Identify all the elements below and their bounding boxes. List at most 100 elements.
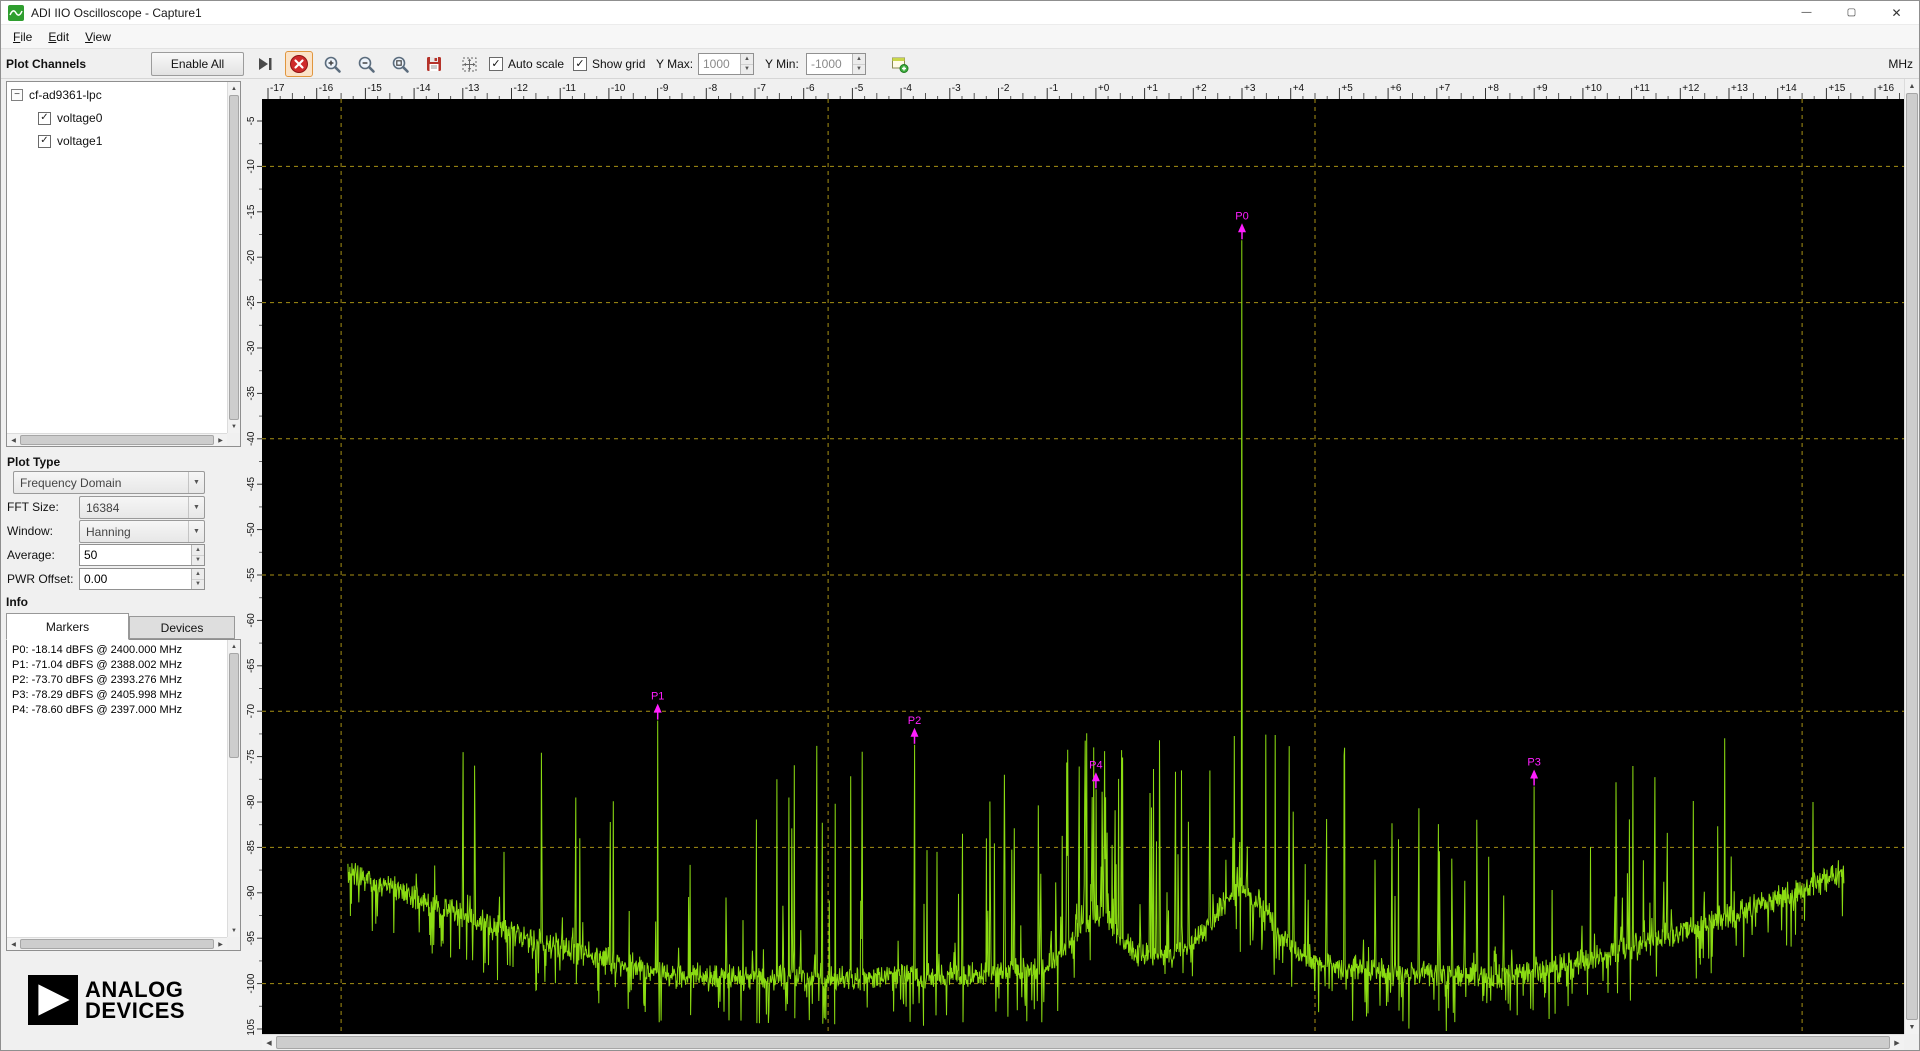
scroll-left-icon[interactable]: ◀ — [7, 938, 20, 950]
svg-text:-40: -40 — [246, 431, 257, 446]
svg-text:-60: -60 — [246, 613, 257, 628]
chevron-down-icon: ▼ — [188, 521, 204, 542]
plot-channels-label: Plot Channels — [6, 49, 86, 79]
pwr-offset-field[interactable] — [79, 568, 205, 590]
spin-up-icon[interactable]: ▲ — [192, 545, 204, 556]
scrollbar-thumb[interactable] — [1906, 93, 1918, 1020]
zoom-in-button[interactable] — [318, 51, 346, 77]
svg-text:-55: -55 — [246, 567, 257, 582]
fft-size-label: FFT Size: — [7, 500, 59, 514]
channel-row-voltage1[interactable]: ✓ voltage1 — [38, 132, 102, 150]
scrollbar-thumb[interactable] — [229, 653, 239, 758]
svg-text:-11: -11 — [562, 83, 576, 94]
enable-all-button[interactable]: Enable All — [151, 52, 244, 76]
menubar: File Edit View — [1, 25, 1919, 49]
svg-text:-100: -100 — [246, 973, 257, 993]
save-plot-button[interactable] — [420, 51, 448, 77]
expander-icon[interactable]: − — [11, 89, 23, 101]
spin-up-icon[interactable]: ▲ — [741, 54, 753, 65]
chevron-down-icon: ▼ — [188, 497, 204, 518]
scroll-left-icon[interactable]: ◀ — [262, 1035, 276, 1050]
zoom-fit-button[interactable] — [386, 51, 414, 77]
zoom-fit-icon — [391, 55, 410, 74]
svg-text:-2: -2 — [1001, 83, 1010, 94]
device-name: cf-ad9361-lpc — [29, 88, 102, 102]
svg-text:+0: +0 — [1098, 83, 1110, 94]
zoom-out-button[interactable] — [352, 51, 380, 77]
scroll-right-icon[interactable]: ▶ — [1890, 1035, 1904, 1050]
plot-horizontal-scrollbar[interactable]: ◀ ▶ — [262, 1034, 1904, 1050]
svg-text:+15: +15 — [1828, 83, 1845, 94]
svg-text:+10: +10 — [1585, 83, 1602, 94]
scroll-up-icon[interactable]: ▲ — [1905, 79, 1919, 93]
scroll-left-icon[interactable]: ◀ — [7, 434, 20, 446]
spin-down-icon[interactable]: ▼ — [192, 580, 204, 590]
marker-P0: P0 — [1235, 210, 1248, 239]
show-grid-checkbox[interactable]: ✓ — [573, 57, 587, 71]
svg-text:-6: -6 — [806, 83, 815, 94]
plot-type-select[interactable]: Frequency Domain ▼ — [13, 471, 205, 494]
svg-text:P2: P2 — [908, 715, 921, 727]
menu-edit[interactable]: Edit — [40, 27, 77, 47]
maximize-button[interactable]: ▢ — [1829, 1, 1874, 24]
app-window: ADI IIO Oscilloscope - Capture1 — ▢ ✕ Fi… — [0, 0, 1920, 1051]
scroll-down-icon[interactable]: ▼ — [1905, 1020, 1919, 1034]
svg-text:+8: +8 — [1488, 83, 1500, 94]
svg-text:+9: +9 — [1536, 83, 1548, 94]
spin-down-icon[interactable]: ▼ — [192, 556, 204, 566]
scroll-up-icon[interactable]: ▲ — [228, 82, 240, 95]
tree-device-row[interactable]: − cf-ad9361-lpc — [11, 86, 102, 104]
titlebar: ADI IIO Oscilloscope - Capture1 — ▢ ✕ — [1, 1, 1919, 25]
svg-text:+7: +7 — [1439, 83, 1451, 94]
svg-text:P0: P0 — [1235, 210, 1248, 222]
svg-text:-20: -20 — [246, 250, 257, 265]
fullscreen-icon — [460, 55, 479, 74]
spin-up-icon[interactable]: ▲ — [853, 54, 865, 65]
svg-text:+11: +11 — [1634, 83, 1651, 94]
window-label: Window: — [7, 524, 53, 538]
stop-capture-button[interactable] — [285, 51, 313, 77]
minimize-button[interactable]: — — [1784, 1, 1829, 24]
svg-text:P4: P4 — [1089, 759, 1102, 771]
capture-play-button[interactable] — [251, 51, 279, 77]
plot-vertical-scrollbar[interactable]: ▲ ▼ — [1904, 79, 1919, 1034]
scrollbar-thumb[interactable] — [20, 939, 214, 949]
svg-text:-13: -13 — [465, 83, 480, 94]
auto-scale-checkbox[interactable]: ✓ — [489, 57, 503, 71]
spectrum-plot[interactable]: P0P1P2P3P4 — [262, 99, 1906, 1036]
scroll-right-icon[interactable]: ▶ — [214, 938, 227, 950]
fft-size-select[interactable]: 16384 ▼ — [79, 496, 205, 519]
scroll-down-icon[interactable]: ▼ — [228, 420, 240, 433]
close-button[interactable]: ✕ — [1874, 1, 1919, 24]
spin-down-icon[interactable]: ▼ — [741, 65, 753, 75]
voltage1-checkbox[interactable]: ✓ — [38, 135, 51, 148]
channel-row-voltage0[interactable]: ✓ voltage0 — [38, 109, 102, 127]
markers-vertical-scrollbar[interactable]: ▲ ▼ — [227, 640, 240, 937]
menu-file[interactable]: File — [5, 27, 40, 47]
scrollbar-thumb[interactable] — [276, 1036, 1890, 1049]
average-field[interactable] — [79, 544, 205, 566]
svg-text:-3: -3 — [952, 83, 961, 94]
tree-horizontal-scrollbar[interactable]: ◀ ▶ — [7, 433, 227, 446]
tab-devices[interactable]: Devices — [129, 616, 235, 639]
fullscreen-button[interactable] — [455, 51, 483, 77]
svg-text:-15: -15 — [246, 204, 257, 219]
tree-vertical-scrollbar[interactable]: ▲ ▼ — [227, 82, 240, 433]
svg-text:-10: -10 — [246, 159, 257, 174]
spin-down-icon[interactable]: ▼ — [853, 65, 865, 75]
play-step-icon — [256, 55, 274, 73]
voltage0-checkbox[interactable]: ✓ — [38, 112, 51, 125]
spin-up-icon[interactable]: ▲ — [192, 569, 204, 580]
menu-view[interactable]: View — [77, 27, 119, 47]
window-select[interactable]: Hanning ▼ — [79, 520, 205, 543]
scrollbar-thumb[interactable] — [229, 95, 239, 420]
scrollbar-thumb[interactable] — [20, 435, 214, 445]
tab-markers[interactable]: Markers — [6, 613, 129, 640]
svg-text:+2: +2 — [1195, 83, 1207, 94]
new-capture-button[interactable] — [885, 51, 913, 77]
scroll-right-icon[interactable]: ▶ — [214, 434, 227, 446]
svg-text:-95: -95 — [246, 931, 257, 946]
markers-horizontal-scrollbar[interactable]: ◀ ▶ — [7, 937, 227, 950]
scroll-down-icon[interactable]: ▼ — [228, 924, 240, 937]
scroll-up-icon[interactable]: ▲ — [228, 640, 240, 653]
